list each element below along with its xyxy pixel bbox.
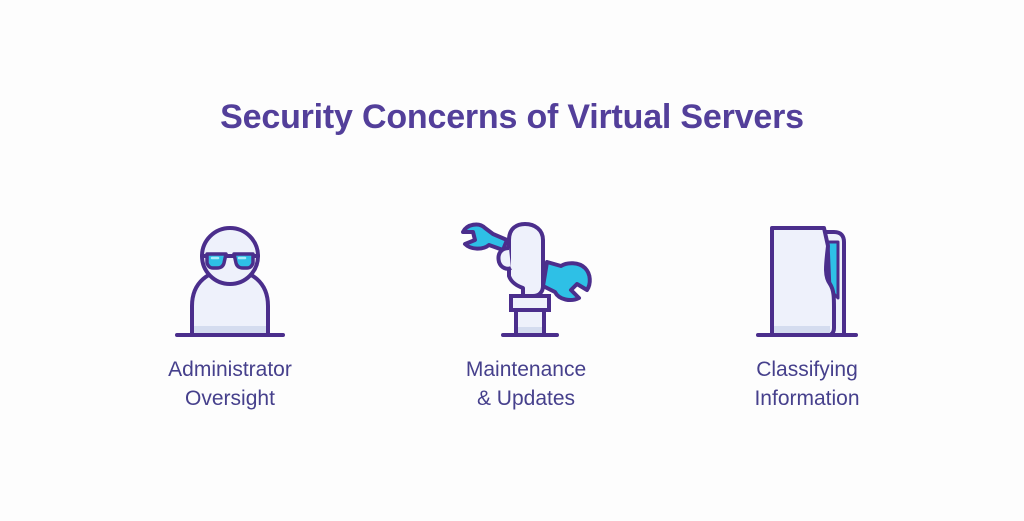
concern-classifying-information: Classifying Information	[677, 218, 937, 413]
concern-label: Classifying Information	[754, 355, 859, 413]
page-title: Security Concerns of Virtual Servers	[220, 98, 804, 136]
hand-holding-wrench-icon	[461, 222, 592, 337]
label-line-1: Maintenance	[465, 358, 587, 381]
label-line-2: Oversight	[185, 387, 275, 410]
concern-maintenance-updates: Maintenance & Updates	[396, 218, 656, 413]
label-line-2: & Updates	[476, 387, 576, 410]
label-line-1: Administrator	[168, 358, 292, 381]
concern-label: Maintenance & Updates	[466, 355, 586, 413]
folder-document-icon	[756, 226, 858, 337]
concern-label: Administrator Oversight	[168, 355, 292, 413]
label-line-2: Information	[754, 387, 860, 410]
label-line-1: Classifying	[756, 358, 858, 381]
concern-administrator-oversight: Administrator Oversight	[100, 218, 360, 413]
person-with-glasses-icon	[175, 226, 285, 337]
